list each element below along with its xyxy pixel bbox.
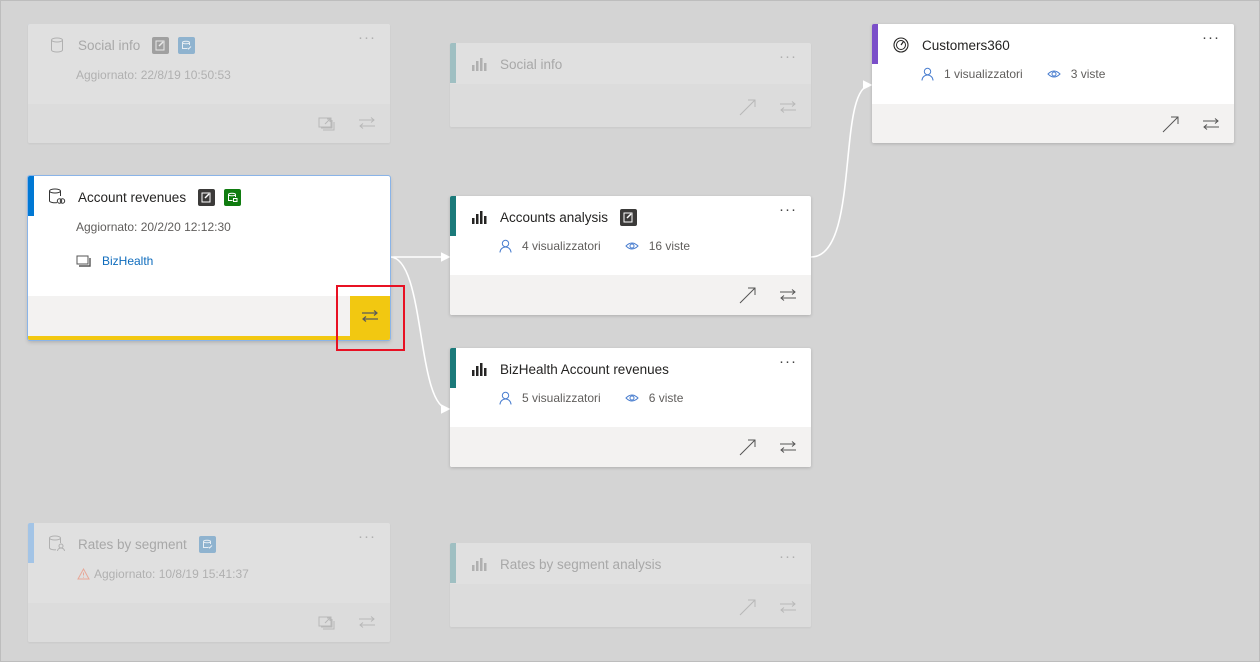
card-account-revenues-dataset[interactable]: Account revenues Aggiornato: 20/2/20 12:… <box>28 176 390 340</box>
updated-text: Aggiornato: 10/8/19 15:41:37 <box>94 567 249 581</box>
person-icon <box>498 391 512 405</box>
endorsed-certified-icon <box>198 188 216 206</box>
endorsed-certified-icon <box>152 36 170 54</box>
endorsed-certified-icon <box>620 208 638 226</box>
selected-indicator <box>28 336 390 340</box>
more-options-button[interactable]: ··· <box>779 549 797 564</box>
open-icon[interactable] <box>735 595 761 619</box>
more-options-button[interactable]: ··· <box>779 354 797 369</box>
lineage-icon[interactable] <box>775 595 801 619</box>
database-icon <box>48 36 66 54</box>
eye-icon <box>624 239 639 253</box>
card-title: Accounts analysis <box>500 209 609 225</box>
card-accent <box>450 543 456 583</box>
viewers-count: 4 visualizzatori <box>522 239 601 253</box>
eye-icon <box>1046 67 1061 81</box>
more-options-button[interactable]: ··· <box>1202 30 1220 45</box>
open-related-icon[interactable] <box>314 610 340 634</box>
card-title: Account revenues <box>78 189 187 205</box>
lineage-icon <box>362 310 378 322</box>
lineage-icon[interactable] <box>775 435 801 459</box>
card-title: BizHealth Account revenues <box>500 361 669 377</box>
database-link-icon <box>48 188 66 206</box>
card-accent <box>872 24 878 64</box>
usage-stats: 4 visualizzatori 16 viste <box>498 239 690 253</box>
card-title: Rates by segment <box>78 536 187 552</box>
open-icon[interactable] <box>735 95 761 119</box>
more-options-button[interactable]: ··· <box>358 529 376 544</box>
card-customers360-dashboard[interactable]: Customers360 ··· 1 visualizzatori 3 vist… <box>872 24 1234 143</box>
viewers-count: 5 visualizzatori <box>522 391 601 405</box>
views-count: 6 viste <box>648 391 684 405</box>
card-rates-by-segment-analysis-report[interactable]: Rates by segment analysis ··· <box>450 543 811 627</box>
updated-text: Aggiornato: 20/2/20 12:12:30 <box>76 220 231 234</box>
person-icon <box>498 239 512 253</box>
bar-chart-icon <box>470 360 488 378</box>
dataset-promoted-icon <box>224 188 242 206</box>
card-accounts-analysis-report[interactable]: Accounts analysis ··· 4 visualizzatori 1… <box>450 196 811 315</box>
connector-account-revenues-to-bizhealth-report <box>389 256 451 414</box>
card-bizhealth-account-revenues-report[interactable]: BizHealth Account revenues ··· 5 visuali… <box>450 348 811 467</box>
lineage-icon[interactable] <box>354 610 380 634</box>
open-icon[interactable] <box>1158 112 1184 136</box>
updated-timestamp: Aggiornato: 20/2/20 12:12:30 <box>76 220 231 234</box>
bar-chart-icon <box>470 208 488 226</box>
lineage-icon[interactable] <box>354 111 380 135</box>
card-accent <box>28 176 34 216</box>
database-user-icon <box>48 535 66 553</box>
card-rates-by-segment-dataset[interactable]: Rates by segment ··· Aggiornato: 10/8/19… <box>28 523 390 642</box>
person-icon <box>920 67 934 81</box>
card-title: Social info <box>78 37 141 53</box>
views-count: 3 viste <box>1070 67 1106 81</box>
usage-stats: 5 visualizzatori 6 viste <box>498 391 683 405</box>
more-options-button[interactable]: ··· <box>779 49 797 64</box>
more-options-button[interactable]: ··· <box>779 202 797 217</box>
workspace-icon <box>76 254 92 268</box>
card-title: Social info <box>500 56 563 72</box>
dataset-verified-icon <box>178 36 196 54</box>
open-related-icon[interactable] <box>314 111 340 135</box>
workspace-row: BizHealth <box>76 254 153 268</box>
workspace-link[interactable]: BizHealth <box>102 254 153 268</box>
lineage-icon[interactable] <box>775 95 801 119</box>
viewers-count: 1 visualizzatori <box>944 67 1023 81</box>
lineage-canvas: Social info ··· Aggiornato: 22/8/19 10:5… <box>1 1 1260 662</box>
card-accent <box>450 348 456 388</box>
lineage-icon[interactable] <box>775 283 801 307</box>
card-accent <box>450 43 456 83</box>
updated-timestamp: Aggiornato: 22/8/19 10:50:53 <box>76 68 231 82</box>
bar-chart-icon <box>470 55 488 73</box>
dataset-verified-icon <box>198 535 216 553</box>
bar-chart-icon <box>470 555 488 573</box>
card-accent <box>450 196 456 236</box>
card-social-info-dataset[interactable]: Social info ··· Aggiornato: 22/8/19 10:5… <box>28 24 390 143</box>
warning-icon <box>76 567 90 581</box>
open-icon[interactable] <box>735 435 761 459</box>
gauge-icon <box>892 36 910 54</box>
card-accent <box>28 523 34 563</box>
lineage-icon[interactable] <box>1198 112 1224 136</box>
open-icon[interactable] <box>735 283 761 307</box>
updated-text: Aggiornato: 22/8/19 10:50:53 <box>76 68 231 82</box>
updated-timestamp: Aggiornato: 10/8/19 15:41:37 <box>76 567 249 581</box>
card-title: Customers360 <box>922 37 1010 53</box>
views-count: 16 viste <box>648 239 691 253</box>
eye-icon <box>624 391 639 405</box>
more-options-button[interactable]: ··· <box>358 30 376 45</box>
usage-stats: 1 visualizzatori 3 viste <box>920 67 1105 81</box>
card-social-info-report[interactable]: Social info ··· <box>450 43 811 127</box>
connector-accounts-analysis-to-customers360 <box>810 80 873 258</box>
card-title: Rates by segment analysis <box>500 556 662 572</box>
lineage-button[interactable] <box>350 296 390 336</box>
